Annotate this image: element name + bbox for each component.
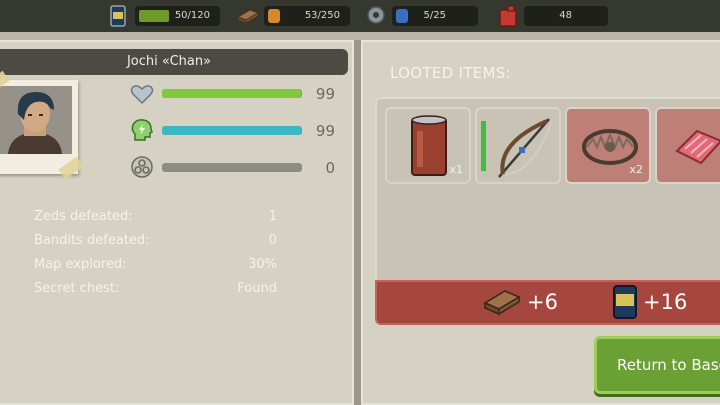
food-value: 50/120 xyxy=(174,10,210,21)
meat-icon xyxy=(675,129,720,165)
chest-label: Secret chest: xyxy=(34,281,120,296)
item-count: x1 xyxy=(449,163,463,176)
infection-value: 0 xyxy=(325,159,335,177)
food-counter: 50/120 xyxy=(135,6,220,26)
chest-value: Found xyxy=(237,281,277,296)
item-durability-bar xyxy=(481,121,486,171)
materials-value: 53/250 xyxy=(304,10,340,21)
biohazard-icon xyxy=(131,156,153,178)
health-value: 99 xyxy=(315,85,335,103)
can-icon xyxy=(411,115,447,176)
parts-value: 5/25 xyxy=(423,10,446,21)
item-count: x2 xyxy=(629,163,643,176)
heart-icon xyxy=(130,85,154,104)
map-label: Map explored: xyxy=(34,257,127,272)
materials-chip-icon xyxy=(268,9,280,23)
materials-counter: 53/250 xyxy=(264,6,350,26)
health-bar xyxy=(162,89,302,98)
reward-materials: +6 xyxy=(527,290,558,314)
can-icon xyxy=(110,5,126,27)
wood-icon xyxy=(483,290,521,316)
energy-bar-fill xyxy=(162,126,301,135)
food-fill xyxy=(139,10,169,22)
wood-icon xyxy=(236,9,260,24)
energy-value: 99 xyxy=(315,122,335,140)
map-value: 30% xyxy=(248,257,277,272)
can-icon xyxy=(613,285,637,319)
portrait-image xyxy=(0,86,72,154)
parts-chip-icon xyxy=(396,9,408,23)
looted-items-title: LOOTED ITEMS: xyxy=(390,64,511,82)
bandits-value: 0 xyxy=(268,233,277,248)
loot-item-can[interactable]: x1 xyxy=(385,107,471,184)
energy-bar xyxy=(162,126,302,135)
infection-bar xyxy=(162,163,302,172)
loot-item-meat[interactable] xyxy=(655,107,720,184)
loot-item-trap[interactable]: x2 xyxy=(565,107,651,184)
gear-icon xyxy=(367,6,385,24)
panel-divider xyxy=(354,40,361,405)
return-to-base-button[interactable]: Return to Base xyxy=(594,336,720,394)
reward-food: +16 xyxy=(643,290,688,314)
fuel-counter: 48 xyxy=(524,6,608,26)
energy-head-icon xyxy=(131,119,153,141)
resource-bar: 50/120 53/250 5/25 48 xyxy=(0,0,720,32)
fuel-value: 48 xyxy=(559,10,572,21)
bandits-label: Bandits defeated: xyxy=(34,233,150,248)
bow-icon xyxy=(498,118,552,178)
loot-item-bow[interactable] xyxy=(475,107,561,184)
health-bar-fill xyxy=(162,89,301,98)
parts-counter: 5/25 xyxy=(392,6,478,26)
character-portrait xyxy=(0,70,84,180)
zeds-label: Zeds defeated: xyxy=(34,209,133,224)
character-name: Jochi «Chan» xyxy=(0,49,348,75)
zeds-value: 1 xyxy=(268,209,277,224)
fuel-canister-icon xyxy=(499,5,517,27)
